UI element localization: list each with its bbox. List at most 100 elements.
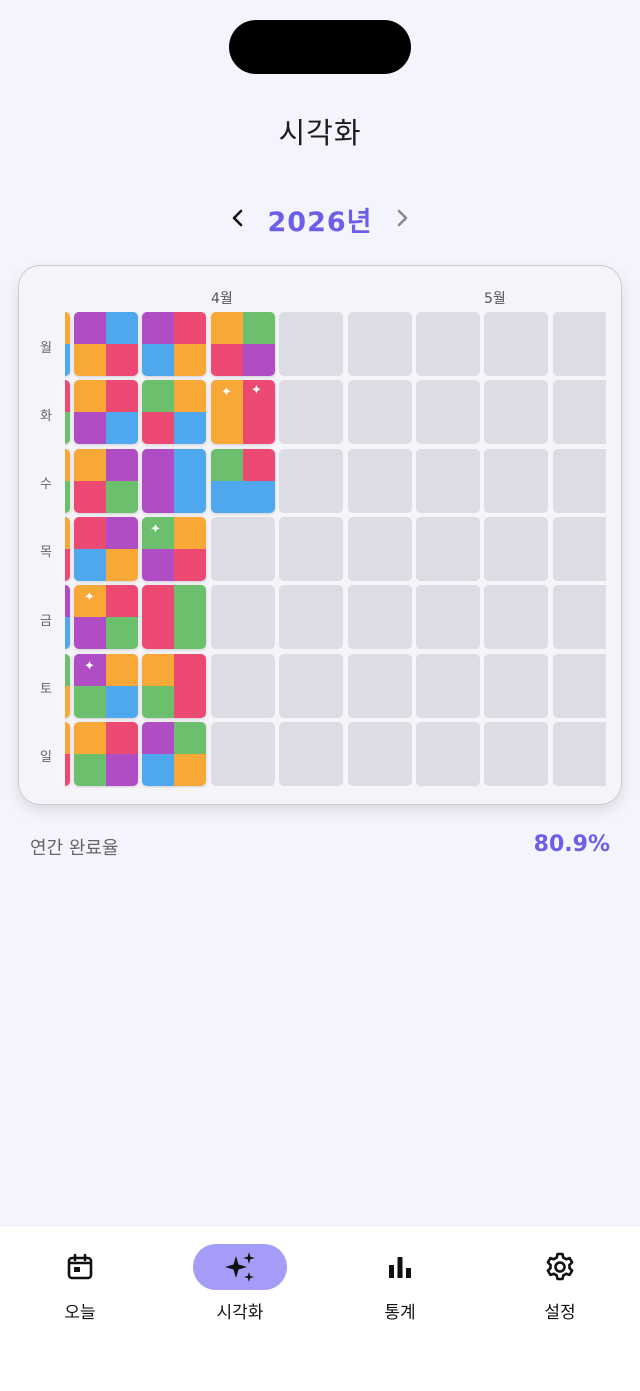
day-cell[interactable] xyxy=(279,449,343,513)
day-cell[interactable] xyxy=(484,380,548,444)
day-cell[interactable] xyxy=(142,585,206,649)
day-cell[interactable] xyxy=(416,722,480,786)
color-block xyxy=(74,449,106,481)
chevron-right-icon xyxy=(397,209,408,227)
day-cell[interactable] xyxy=(65,312,70,376)
color-block xyxy=(211,312,243,344)
day-cell[interactable]: ✦ xyxy=(142,517,206,581)
day-cell[interactable] xyxy=(484,654,548,718)
color-block xyxy=(142,722,174,754)
day-cell[interactable] xyxy=(348,654,412,718)
day-cell[interactable] xyxy=(65,654,70,718)
day-cell[interactable] xyxy=(416,380,480,444)
day-cell[interactable] xyxy=(279,585,343,649)
day-cell[interactable] xyxy=(416,449,480,513)
day-cell[interactable] xyxy=(484,722,548,786)
next-year-button[interactable] xyxy=(382,198,422,238)
color-block xyxy=(74,517,106,549)
color-block xyxy=(74,686,106,718)
day-cell[interactable] xyxy=(211,654,275,718)
day-cell[interactable] xyxy=(348,585,412,649)
tab-visualization[interactable]: 시각화 xyxy=(180,1244,300,1334)
day-cell[interactable] xyxy=(348,517,412,581)
color-block xyxy=(174,722,206,754)
tab-label: 시각화 xyxy=(216,1303,264,1323)
day-cell[interactable] xyxy=(142,312,206,376)
day-cell[interactable] xyxy=(416,517,480,581)
day-cell[interactable] xyxy=(553,517,606,581)
day-cell[interactable] xyxy=(279,517,343,581)
day-cell[interactable] xyxy=(211,722,275,786)
sparkle-icon: ✦ xyxy=(251,383,262,398)
day-cell[interactable] xyxy=(142,380,206,444)
day-cell[interactable] xyxy=(279,312,343,376)
day-cell[interactable] xyxy=(211,585,275,649)
sparkle-icon: ✦ xyxy=(221,385,232,400)
color-block xyxy=(65,585,70,617)
color-block xyxy=(174,312,206,344)
day-cell[interactable] xyxy=(74,517,138,581)
color-block xyxy=(106,380,138,412)
day-cell[interactable] xyxy=(484,449,548,513)
contribution-grid: ✦ ✦ ✦ ✦ ✦ xyxy=(65,312,606,788)
day-cell[interactable] xyxy=(65,585,70,649)
day-cell[interactable] xyxy=(142,722,206,786)
day-cell[interactable] xyxy=(211,312,275,376)
day-cell[interactable] xyxy=(279,654,343,718)
day-cell[interactable] xyxy=(279,380,343,444)
day-cell[interactable] xyxy=(74,722,138,786)
day-cell[interactable] xyxy=(484,312,548,376)
color-block xyxy=(106,686,138,718)
day-cell[interactable] xyxy=(65,517,70,581)
day-cell[interactable] xyxy=(348,380,412,444)
day-cell[interactable] xyxy=(74,380,138,444)
color-block xyxy=(174,517,206,549)
day-cell[interactable]: ✦ xyxy=(74,585,138,649)
color-block xyxy=(65,754,70,786)
color-block xyxy=(174,412,206,444)
day-cell[interactable] xyxy=(553,312,606,376)
day-cell[interactable] xyxy=(348,449,412,513)
day-cell[interactable] xyxy=(553,380,606,444)
tab-settings[interactable]: 설정 xyxy=(500,1244,620,1334)
day-cell[interactable] xyxy=(142,654,206,718)
day-cell[interactable] xyxy=(65,449,70,513)
weekday-label: 월 xyxy=(40,341,52,356)
day-cell[interactable] xyxy=(416,312,480,376)
day-cell[interactable] xyxy=(553,585,606,649)
day-cell[interactable]: ✦ xyxy=(74,654,138,718)
color-block xyxy=(106,449,138,481)
day-cell[interactable] xyxy=(553,654,606,718)
day-cell[interactable] xyxy=(65,380,70,444)
color-block xyxy=(65,312,70,344)
day-cell[interactable] xyxy=(348,312,412,376)
day-cell[interactable]: ✦ ✦ xyxy=(211,380,275,444)
color-block xyxy=(65,617,70,649)
color-block xyxy=(142,449,174,513)
year-navigation: 2026년 xyxy=(0,198,640,238)
day-cell[interactable] xyxy=(74,312,138,376)
day-cell[interactable] xyxy=(65,722,70,786)
weekday-label: 금 xyxy=(40,614,52,629)
day-cell[interactable] xyxy=(484,585,548,649)
day-cell[interactable] xyxy=(74,449,138,513)
day-cell[interactable] xyxy=(553,449,606,513)
color-block xyxy=(211,449,243,481)
day-cell[interactable] xyxy=(484,517,548,581)
day-cell[interactable] xyxy=(211,517,275,581)
day-cell[interactable] xyxy=(348,722,412,786)
color-block xyxy=(74,722,106,754)
screen: 시각화 2026년 4월 5월 월 화 수 목 금 토 일 ✦ ✦ ✦ ✦ ✦ 연간 완… xyxy=(0,0,640,1391)
tab-statistics[interactable]: 통계 xyxy=(340,1244,460,1334)
day-cell[interactable] xyxy=(279,722,343,786)
color-block xyxy=(106,344,138,376)
color-block xyxy=(174,344,206,376)
color-block xyxy=(174,549,206,581)
day-cell[interactable] xyxy=(553,722,606,786)
day-cell[interactable] xyxy=(416,585,480,649)
day-cell[interactable] xyxy=(416,654,480,718)
tab-today[interactable]: 오늘 xyxy=(20,1244,140,1334)
day-cell[interactable] xyxy=(211,449,275,513)
color-block xyxy=(65,380,70,412)
day-cell[interactable] xyxy=(142,449,206,513)
